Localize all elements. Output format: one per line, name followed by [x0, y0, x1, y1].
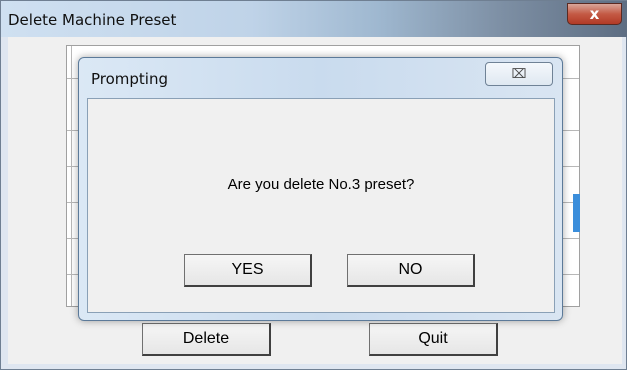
prompting-dialog-title: Prompting	[91, 70, 169, 88]
quit-button[interactable]: Quit	[369, 323, 498, 356]
prompting-close-button[interactable]: ⌧	[485, 62, 553, 86]
window-close-button[interactable]: x	[567, 3, 622, 25]
no-button[interactable]: NO	[347, 254, 475, 287]
close-icon: ⌧	[511, 66, 527, 82]
table-column-divider	[71, 46, 72, 306]
delete-button[interactable]: Delete	[142, 323, 271, 356]
window-titlebar[interactable]: Delete Machine Preset x	[1, 1, 627, 37]
yes-button[interactable]: YES	[184, 254, 312, 287]
window-title: Delete Machine Preset	[8, 11, 177, 29]
selected-row-highlight	[573, 194, 580, 232]
prompting-message: Are you delete No.3 preset?	[227, 176, 415, 193]
close-icon: x	[589, 4, 600, 23]
prompting-dialog-body: Are you delete No.3 preset? YES NO	[87, 98, 555, 313]
prompting-dialog: Prompting ⌧ Are you delete No.3 preset? …	[78, 57, 563, 321]
